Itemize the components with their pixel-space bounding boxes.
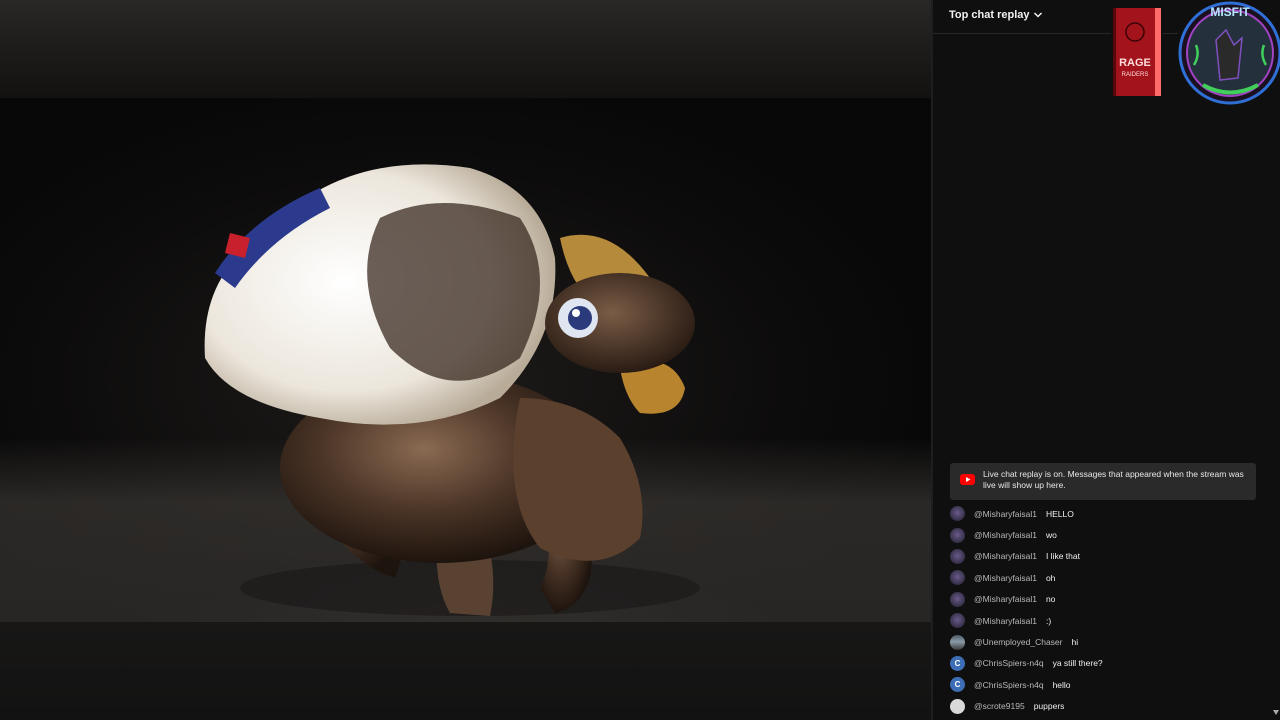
logo-text: MISFIT bbox=[1210, 5, 1250, 19]
book-title-line1: RAGE bbox=[1119, 57, 1151, 69]
video-frame[interactable] bbox=[0, 98, 931, 622]
chat-text: ya still there? bbox=[1052, 658, 1103, 669]
chat-author[interactable]: @Misharyfaisal1 bbox=[974, 573, 1037, 583]
chat-author[interactable]: @Unemployed_Chaser bbox=[974, 637, 1062, 647]
chat-author[interactable]: @Misharyfaisal1 bbox=[974, 594, 1037, 604]
chat-message[interactable]: @scrote9195 puppers bbox=[950, 696, 1270, 717]
chat-text: puppers bbox=[1033, 701, 1065, 712]
avatar[interactable] bbox=[950, 506, 965, 522]
chat-text: no bbox=[1045, 594, 1056, 605]
scroll-down-arrow-icon[interactable] bbox=[1273, 710, 1279, 715]
chat-replay-notice: Live chat replay is on. Messages that ap… bbox=[950, 463, 1256, 500]
avatar[interactable]: C bbox=[950, 677, 965, 693]
chat-message[interactable]: @Unemployed_Chaser hi bbox=[950, 631, 1270, 652]
avatar[interactable] bbox=[950, 570, 965, 586]
chat-author[interactable]: @ChrisSpiers-n4q bbox=[974, 658, 1044, 668]
avatar[interactable] bbox=[950, 634, 965, 650]
avatar[interactable] bbox=[950, 591, 965, 607]
chat-message-list: @Misharyfaisal1 HELLO @Misharyfaisal1 wo… bbox=[950, 503, 1270, 717]
chat-author[interactable]: @scrote9195 bbox=[974, 701, 1025, 711]
video-scene-figure bbox=[204, 164, 700, 616]
chat-replay-notice-text: Live chat replay is on. Messages that ap… bbox=[983, 469, 1244, 490]
chat-text: hello bbox=[1052, 679, 1071, 690]
chat-text: I like that bbox=[1045, 551, 1080, 562]
live-chat-panel: Top chat replay RAGE RAIDERS MISFIT Live… bbox=[931, 0, 1280, 720]
top-chat-replay-dropdown[interactable]: Top chat replay bbox=[949, 9, 1043, 21]
chat-author[interactable]: @ChrisSpiers-n4q bbox=[974, 680, 1044, 690]
chat-message[interactable]: @Misharyfaisal1 HELLO bbox=[950, 503, 1270, 524]
chat-message[interactable]: C @ChrisSpiers-n4q hello bbox=[950, 674, 1270, 695]
avatar[interactable] bbox=[950, 527, 965, 543]
chat-message[interactable]: @Misharyfaisal1 I like that bbox=[950, 546, 1270, 567]
book-overlay-image: RAGE RAIDERS bbox=[1111, 6, 1163, 100]
avatar[interactable] bbox=[950, 548, 965, 564]
chat-text: oh bbox=[1045, 572, 1056, 583]
chat-author[interactable]: @Misharyfaisal1 bbox=[974, 530, 1037, 540]
chat-author[interactable]: @Misharyfaisal1 bbox=[974, 551, 1037, 561]
video-bottom-letterbox bbox=[0, 622, 931, 720]
youtube-logo-icon bbox=[960, 474, 975, 485]
chat-text: hi bbox=[1071, 637, 1079, 648]
chevron-down-icon bbox=[1034, 12, 1043, 18]
chat-text: :) bbox=[1045, 615, 1052, 626]
avatar[interactable]: C bbox=[950, 655, 965, 671]
chat-message[interactable]: C @ChrisSpiers-n4q ya still there? bbox=[950, 653, 1270, 674]
chat-message[interactable]: @Misharyfaisal1 oh bbox=[950, 567, 1270, 588]
chat-message[interactable]: @Misharyfaisal1 :) bbox=[950, 610, 1270, 631]
chat-author[interactable]: @Misharyfaisal1 bbox=[974, 509, 1037, 519]
top-chat-replay-label: Top chat replay bbox=[949, 9, 1030, 21]
misfit-channel-logo: MISFIT bbox=[1178, 0, 1280, 106]
avatar[interactable] bbox=[950, 613, 965, 629]
avatar[interactable] bbox=[950, 698, 965, 714]
video-player[interactable] bbox=[0, 0, 931, 720]
book-title-line2: RAIDERS bbox=[1122, 72, 1149, 78]
chat-message[interactable]: @Misharyfaisal1 no bbox=[950, 589, 1270, 610]
chat-text: HELLO bbox=[1045, 508, 1074, 519]
chat-text: wo bbox=[1045, 530, 1057, 541]
chat-author[interactable]: @Misharyfaisal1 bbox=[974, 616, 1037, 626]
chat-message[interactable]: @Misharyfaisal1 wo bbox=[950, 524, 1270, 545]
